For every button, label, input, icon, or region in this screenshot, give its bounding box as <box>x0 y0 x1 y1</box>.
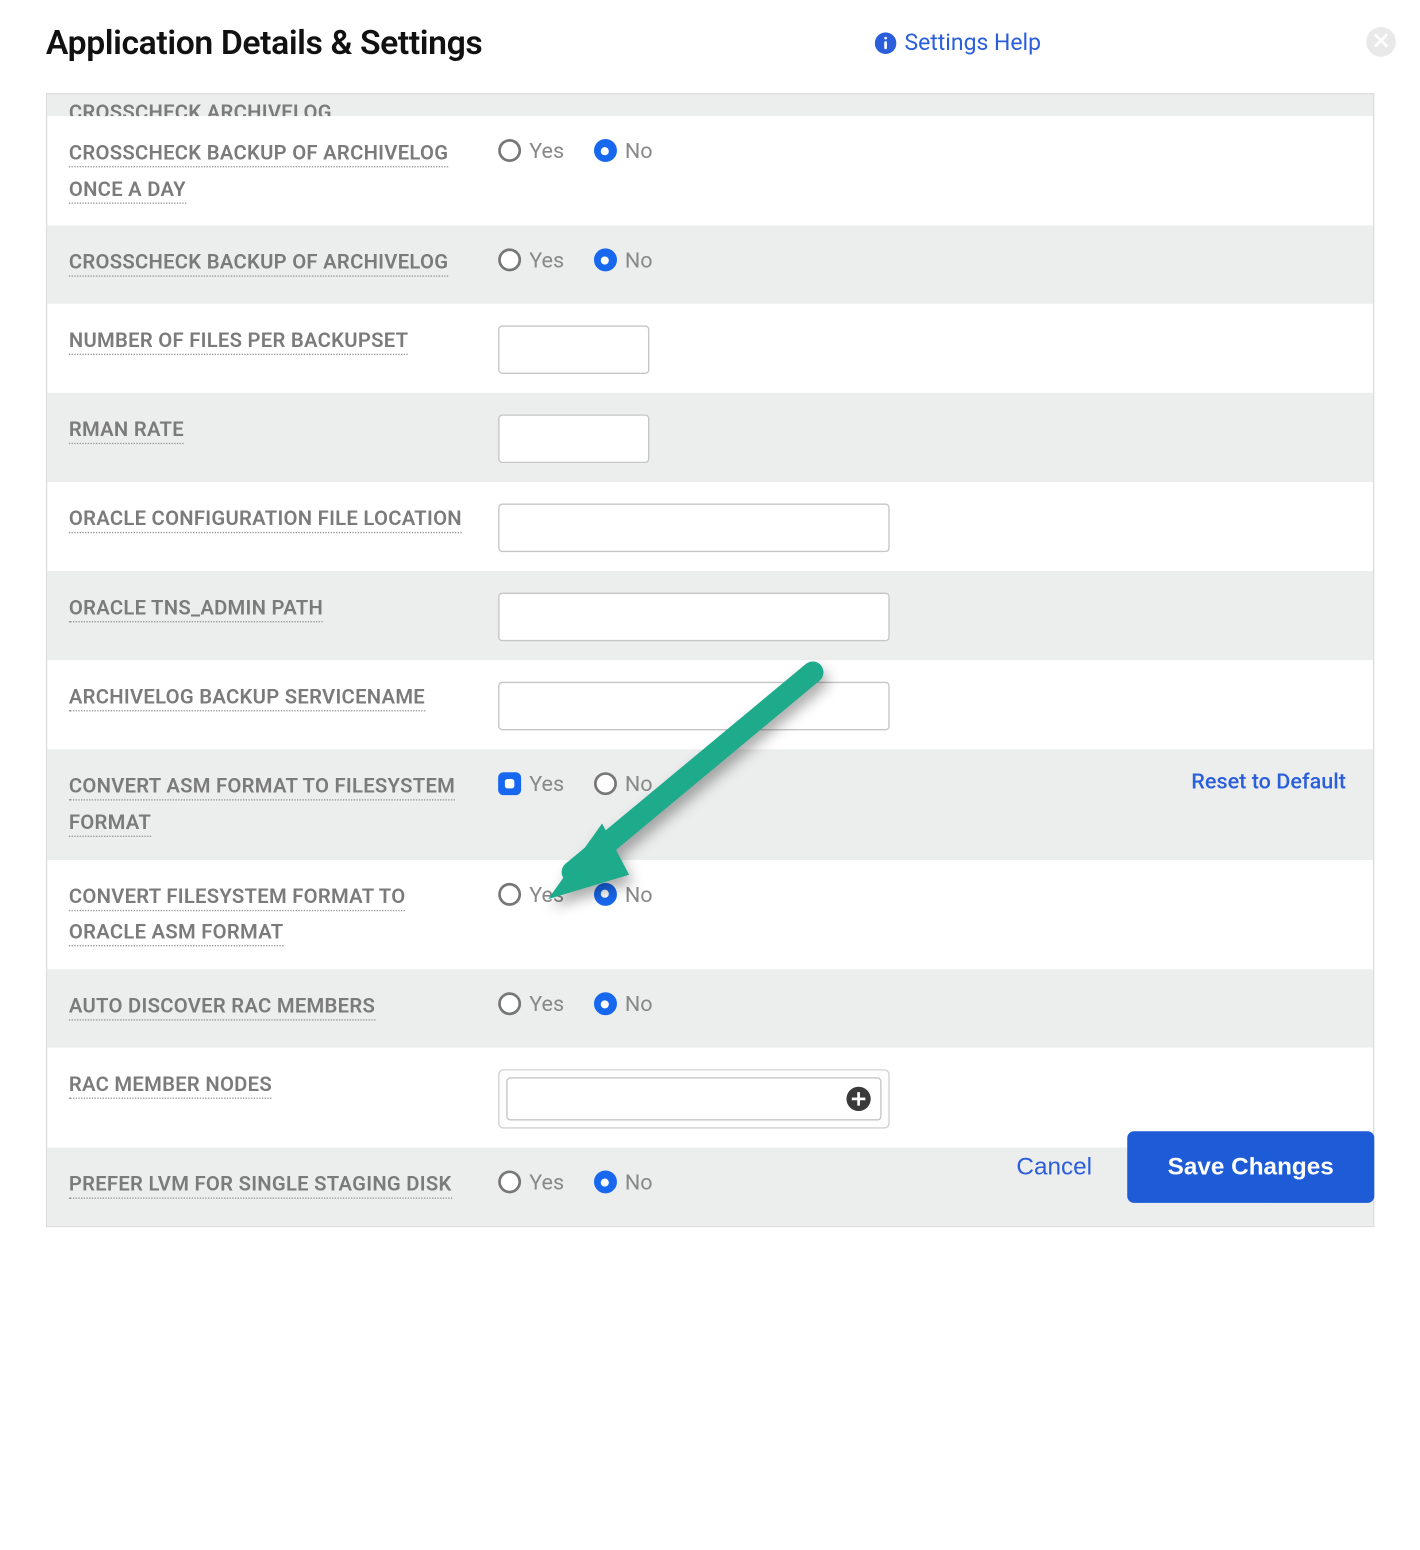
setting-row-archivelog-backup-servicename: ARCHIVELOG BACKUP SERVICENAME <box>47 661 1373 750</box>
setting-label: ORACLE TNS_ADMIN PATH <box>69 596 323 623</box>
setting-label: RAC MEMBER NODES <box>69 1072 272 1099</box>
radio-label: Yes <box>529 771 564 797</box>
radio-option-yes[interactable]: Yes <box>498 991 564 1017</box>
radio-yes[interactable] <box>498 249 521 272</box>
radio-no[interactable] <box>594 139 617 162</box>
radio-no[interactable] <box>594 1171 617 1194</box>
rac-member-nodes-input[interactable] <box>506 1077 881 1120</box>
radio-label: No <box>625 991 653 1017</box>
rman-rate-input[interactable] <box>498 415 649 464</box>
setting-label: RMAN RATE <box>69 418 184 445</box>
radio-label: Yes <box>529 1169 564 1195</box>
settings-panel: CROSSCHECK ARCHIVELOGYesNoCROSSCHECK BAC… <box>46 93 1374 1227</box>
radio-label: No <box>625 1169 653 1195</box>
close-icon <box>1374 31 1388 53</box>
setting-row-oracle-tns-admin-path: ORACLE TNS_ADMIN PATH <box>47 572 1373 661</box>
close-button[interactable] <box>1366 27 1396 57</box>
setting-label: ARCHIVELOG BACKUP SERVICENAME <box>69 685 425 712</box>
setting-row-convert-filesystem-format-to-oracle-asm-format: CONVERT FILESYSTEM FORMAT TO ORACLE ASM … <box>47 860 1373 970</box>
setting-label: CONVERT ASM FORMAT TO FILESYSTEM FORMAT <box>69 774 455 837</box>
setting-label: CONVERT FILESYSTEM FORMAT TO ORACLE ASM … <box>69 884 406 947</box>
setting-label: ORACLE CONFIGURATION FILE LOCATION <box>69 507 462 534</box>
setting-row-number-of-files-per-backupset: NUMBER OF FILES PER BACKUPSET <box>47 304 1373 393</box>
oracle-configuration-file-location-input[interactable] <box>498 504 890 553</box>
radio-label: No <box>625 138 653 164</box>
setting-row-crosscheck-backup-of-archivelog-once-a-day: CROSSCHECK BACKUP OF ARCHIVELOG ONCE A D… <box>47 116 1373 226</box>
add-node-icon[interactable] <box>845 1086 872 1113</box>
rac-member-nodes-box <box>498 1069 890 1128</box>
radio-option-no[interactable]: No <box>594 248 653 274</box>
setting-row-auto-discover-rac-members: AUTO DISCOVER RAC MEMBERS Yes No <box>47 969 1373 1047</box>
radio-option-yes[interactable]: Yes <box>498 881 564 907</box>
setting-label: NUMBER OF FILES PER BACKUPSET <box>69 329 409 356</box>
radio-label: No <box>625 771 653 797</box>
setting-row-rman-rate: RMAN RATE <box>47 393 1373 482</box>
setting-label: PREFER LVM FOR SINGLE STAGING DISK <box>69 1172 452 1199</box>
setting-row-crosscheck-backup-of-archivelog: CROSSCHECK BACKUP OF ARCHIVELOG Yes No <box>47 226 1373 304</box>
setting-label: CROSSCHECK BACKUP OF ARCHIVELOG ONCE A D… <box>69 140 448 203</box>
radio-no[interactable] <box>594 249 617 272</box>
radio-label: Yes <box>529 991 564 1017</box>
radio-option-yes[interactable]: Yes <box>498 1169 564 1195</box>
setting-label: AUTO DISCOVER RAC MEMBERS <box>69 994 375 1021</box>
radio-yes[interactable] <box>498 1171 521 1194</box>
settings-help-link[interactable]: Settings Help <box>875 30 1041 57</box>
radio-yes[interactable] <box>498 992 521 1015</box>
dialog-footer: Cancel Save Changes <box>1016 1131 1374 1203</box>
setting-label: CROSSCHECK ARCHIVELOG <box>69 100 332 116</box>
setting-row-crosscheck-archivelog: CROSSCHECK ARCHIVELOGYesNo <box>47 95 1373 117</box>
info-icon <box>875 32 897 54</box>
radio-yes[interactable] <box>498 883 521 906</box>
cancel-button[interactable]: Cancel <box>1016 1153 1092 1181</box>
radio-option-no[interactable]: No <box>594 881 653 907</box>
radio-yes[interactable] <box>498 773 521 796</box>
radio-option-yes[interactable]: Yes <box>498 138 564 164</box>
oracle-tns-admin-path-input[interactable] <box>498 593 890 642</box>
radio-no[interactable] <box>594 992 617 1015</box>
radio-option-no[interactable]: No <box>594 991 653 1017</box>
archivelog-backup-servicename-input[interactable] <box>498 682 890 731</box>
setting-row-convert-asm-format-to-filesystem-format: CONVERT ASM FORMAT TO FILESYSTEM FORMAT Y… <box>47 750 1373 860</box>
radio-label: Yes <box>529 138 564 164</box>
radio-no[interactable] <box>594 883 617 906</box>
number-of-files-per-backupset-input[interactable] <box>498 326 649 375</box>
setting-row-oracle-configuration-file-location: ORACLE CONFIGURATION FILE LOCATION <box>47 482 1373 571</box>
radio-option-no[interactable]: No <box>594 1169 653 1195</box>
radio-label: Yes <box>529 881 564 907</box>
dialog-header: Application Details & Settings Settings … <box>0 0 1420 93</box>
radio-label: No <box>625 881 653 907</box>
radio-no[interactable] <box>594 773 617 796</box>
page-title: Application Details & Settings <box>46 24 482 63</box>
reset-to-default-link[interactable]: Reset to Default <box>1191 769 1346 795</box>
radio-option-yes[interactable]: Yes <box>498 771 564 797</box>
radio-option-no[interactable]: No <box>594 138 653 164</box>
radio-label: Yes <box>529 248 564 274</box>
radio-yes[interactable] <box>498 139 521 162</box>
radio-option-yes[interactable]: Yes <box>498 248 564 274</box>
settings-help-label: Settings Help <box>905 30 1042 57</box>
radio-label: No <box>625 248 653 274</box>
save-changes-button[interactable]: Save Changes <box>1127 1131 1374 1203</box>
radio-option-no[interactable]: No <box>594 771 653 797</box>
setting-label: CROSSCHECK BACKUP OF ARCHIVELOG <box>69 250 448 277</box>
